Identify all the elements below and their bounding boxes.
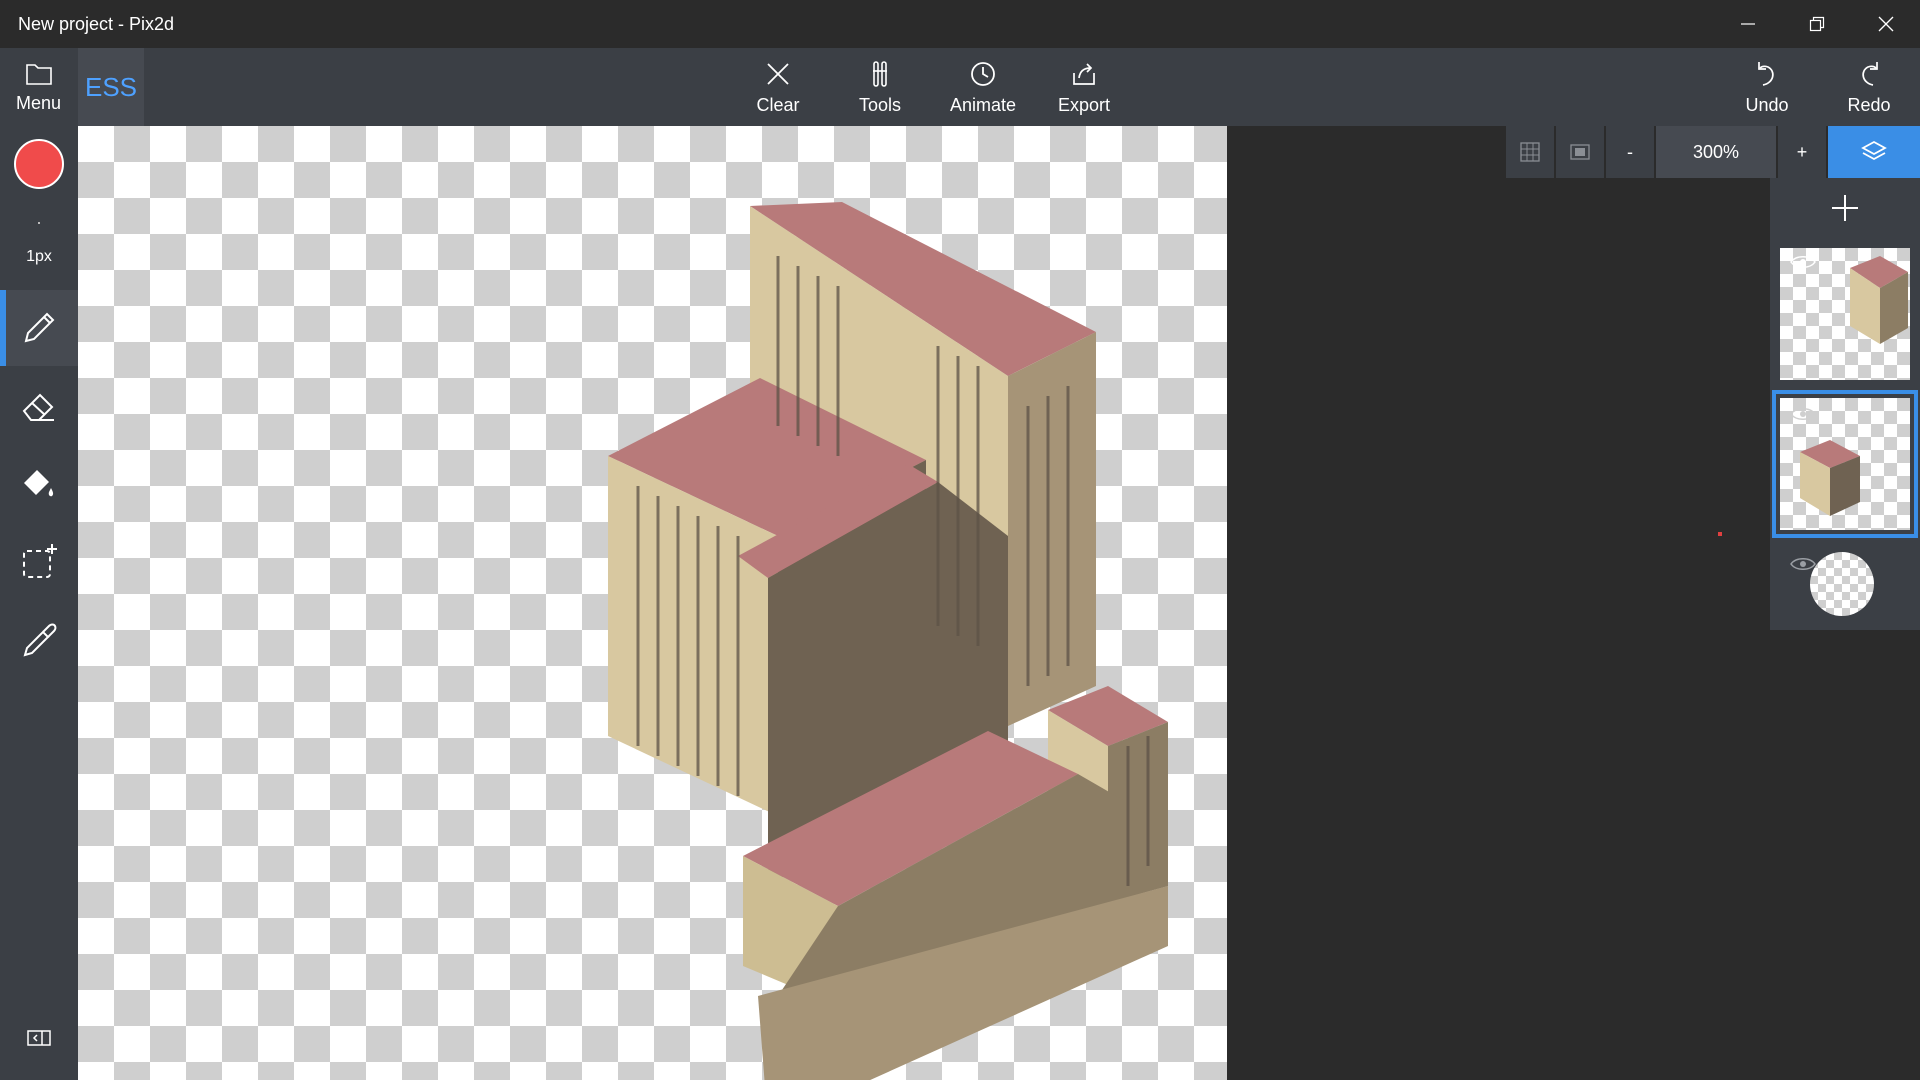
brush-size-dot [38,222,40,224]
tool-sidebar: 1px [0,126,78,1080]
redo-icon [1862,61,1878,86]
brush-size-button[interactable]: 1px [0,206,78,282]
ess-button[interactable]: ESS [78,48,144,126]
zoom-out-button[interactable]: - [1606,126,1654,178]
eyedropper-icon [23,623,57,657]
selection-icon [23,544,57,578]
clock-icon [971,61,995,86]
eraser-icon [22,393,54,421]
drawing-canvas[interactable] [78,126,1227,1080]
close-icon [1878,16,1893,32]
eyedropper-tool[interactable] [0,602,78,678]
tools-button[interactable]: Tools [840,48,920,126]
close-button[interactable] [1851,0,1920,48]
pixel-art-building [608,202,1168,1080]
animate-label: Animate [949,94,1017,115]
zoom-in-button[interactable]: + [1778,126,1826,178]
redo-label: Redo [1847,94,1891,115]
brush-size-label: 1px [26,248,52,265]
tools-icon [873,60,887,87]
eraser-tool[interactable] [0,368,78,444]
folder-icon [25,63,52,85]
undo-button[interactable]: Undo [1727,48,1807,126]
menu-button[interactable]: Menu [0,48,77,126]
clear-button[interactable]: Clear [738,48,818,126]
selection-tool[interactable] [0,524,78,600]
plus-icon [1832,195,1858,221]
layer-item[interactable] [1776,244,1914,384]
main-toolbar: Menu ESS Clear Tools Animate Export Undo… [0,48,1920,126]
zoom-level[interactable]: 300% [1656,126,1776,178]
window-title: New project - Pix2d [18,13,175,34]
share-icon [1073,62,1095,85]
undo-label: Undo [1745,94,1789,115]
fit-view-button[interactable] [1556,126,1604,178]
tools-label: Tools [858,94,902,115]
collapse-icon [27,1030,51,1046]
restore-button[interactable] [1782,0,1851,48]
minimize-icon [1740,23,1755,25]
color-picker-button[interactable] [0,126,78,202]
layers-panel [1770,178,1920,630]
title-bar: New project - Pix2d [0,0,1920,48]
brush-color-swatch [14,139,64,189]
export-label: Export [1057,94,1111,115]
eye-icon[interactable] [1790,254,1816,270]
pencil-icon [24,312,55,343]
collapse-panel-button[interactable] [0,1000,78,1076]
minimize-button[interactable] [1713,0,1782,48]
layers-icon [1861,140,1887,161]
grid-toggle-button[interactable] [1506,126,1554,178]
export-button[interactable]: Export [1044,48,1124,126]
frame-icon [1570,144,1590,160]
fill-tool[interactable] [0,446,78,522]
redo-button[interactable]: Redo [1829,48,1909,126]
add-layer-button[interactable] [1770,178,1920,238]
cursor-dot [1718,532,1722,536]
layer-thumbnail-round [1810,552,1874,616]
pencil-tool[interactable] [0,290,78,366]
layers-toggle-button[interactable] [1828,126,1920,178]
eye-icon[interactable] [1790,406,1816,422]
undo-icon [1758,61,1774,86]
clear-label: Clear [756,94,800,115]
fill-bucket-icon [24,470,54,497]
menu-label: Menu [15,92,62,113]
layer-item-selected[interactable] [1772,390,1918,538]
x-icon [767,62,789,85]
layer-item[interactable] [1776,546,1914,626]
animate-button[interactable]: Animate [940,48,1026,126]
grid-icon [1520,142,1540,162]
restore-icon [1809,16,1824,32]
